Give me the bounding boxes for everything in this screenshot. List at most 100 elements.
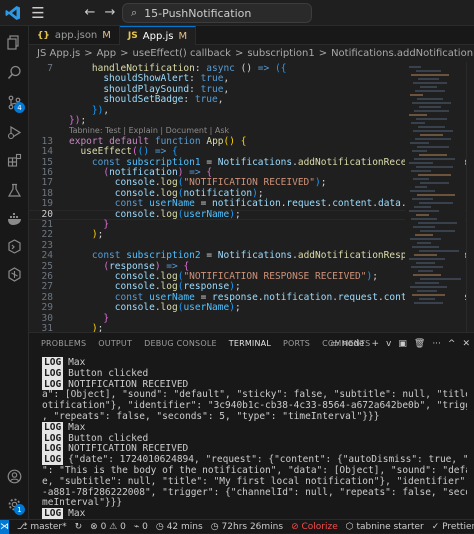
breadcrumb-subscription1[interactable]: subscription1	[247, 48, 314, 59]
back-arrow-icon[interactable]: ←	[80, 5, 100, 20]
breadcrumb-file[interactable]: JS App.js	[37, 48, 80, 59]
tab-debug-console[interactable]: DEBUG CONSOLE	[144, 333, 217, 355]
prettier-status[interactable]: ✓ Prettier	[432, 522, 474, 532]
tabnine-label: tabnine starter	[356, 521, 424, 532]
minimap-line	[417, 194, 455, 196]
code-text: handleNotification: async () => ({	[91, 63, 287, 74]
minimap-line	[413, 82, 447, 84]
sync-icon[interactable]: ↻	[75, 522, 83, 532]
minimap-line	[412, 150, 427, 152]
more-actions-icon[interactable]: ···	[432, 339, 441, 349]
editor-tabs: {} app.json M JS App.js M	[29, 26, 474, 45]
git-branch[interactable]: master*	[30, 522, 66, 532]
testing-icon[interactable]	[0, 176, 29, 204]
breadcrumb-useeffect[interactable]: useEffect() callback	[133, 48, 231, 59]
maximize-panel-icon[interactable]: ^	[448, 339, 456, 349]
tab-app-json[interactable]: {} app.json M	[29, 26, 120, 45]
minimap-line	[413, 130, 453, 132]
minimap-line	[420, 230, 455, 232]
minimap-line	[413, 274, 441, 276]
colorize-status[interactable]: ⊘ Colorize	[291, 522, 338, 532]
code-text: );	[91, 323, 104, 332]
command-center-search[interactable]: ⌕ 15-PushNotification	[122, 3, 312, 23]
tabnine-status[interactable]: ⬡ tabnine starter	[346, 522, 424, 532]
minimap-line	[420, 182, 449, 184]
minimap-line	[415, 186, 427, 188]
code-text: }	[103, 312, 110, 324]
problems-count[interactable]: ⊗ 0 ⚠ 0	[90, 522, 126, 532]
remote-explorer-icon[interactable]	[0, 232, 29, 260]
code-text: (response) => {	[103, 260, 190, 272]
log-badge: LOG	[42, 454, 64, 466]
line-number: 7	[47, 63, 53, 74]
kill-terminal-icon[interactable]: 🗑	[414, 339, 425, 349]
settings-gear-icon[interactable]: 1	[0, 490, 29, 518]
total-time[interactable]: 72hrs 26mins	[222, 522, 284, 532]
minimap-line	[420, 134, 443, 136]
extensions-icon[interactable]	[0, 146, 29, 174]
tab-output[interactable]: OUTPUT	[98, 333, 132, 355]
breadcrumb-separator: >	[234, 48, 244, 59]
minimap[interactable]	[405, 62, 465, 332]
code-text: }	[103, 219, 110, 230]
account-icon[interactable]	[0, 462, 29, 490]
minimap-line	[415, 234, 433, 236]
minimap-line	[419, 202, 453, 204]
terminal-line: LOG Button clicked	[42, 367, 467, 379]
minimap-line	[416, 262, 435, 264]
minimap-line	[410, 94, 423, 96]
minimap-line	[418, 222, 457, 224]
breadcrumb-listener[interactable]: Notifications.addNotificationReceivedLis…	[331, 48, 474, 59]
minimap-line	[409, 66, 421, 68]
docker-icon[interactable]	[0, 204, 29, 232]
code-text: console.log(userName);	[114, 208, 241, 220]
minimap-line	[409, 114, 427, 116]
breadcrumb-app[interactable]: App	[97, 48, 117, 59]
split-terminal-icon[interactable]: ▣	[398, 339, 407, 349]
remote-indicator-icon[interactable]: ⋊	[0, 519, 9, 534]
log-badge: LOG	[42, 508, 64, 519]
close-panel-icon[interactable]: ✕	[462, 339, 470, 349]
minimap-line	[411, 74, 449, 76]
terminal-icon: ▭	[330, 339, 340, 349]
code-text: console.log(userName);	[114, 302, 241, 314]
code-text: shouldShowAlert: true,	[103, 73, 230, 85]
minimap-line	[414, 206, 431, 208]
tab-problems[interactable]: PROBLEMS	[41, 333, 86, 355]
ports-count[interactable]: ⌁ 0	[134, 522, 148, 532]
minimap-line	[416, 214, 429, 216]
modified-indicator: M	[102, 30, 111, 41]
editor-scrollbar[interactable]	[466, 62, 474, 332]
tab-ports[interactable]: PORTS	[283, 333, 310, 355]
minimap-line	[415, 138, 451, 140]
terminal-line: -a881-78f286222008", "trigger": {"channe…	[42, 487, 467, 498]
explorer-icon[interactable]	[0, 28, 29, 56]
hamburger-menu-icon[interactable]: ☰	[26, 0, 50, 26]
minimap-line	[411, 170, 431, 172]
tab-app-js[interactable]: JS App.js M	[119, 26, 197, 45]
terminal-text: Button clicked	[68, 432, 149, 444]
run-debug-icon[interactable]	[0, 118, 29, 146]
new-terminal-icon[interactable]: +	[371, 339, 379, 349]
terminal-line: otification"}, "identifier": "3c940b1c-c…	[42, 400, 467, 411]
terminal-text: , "repeats": false, "seconds": 5, "type"…	[42, 411, 380, 422]
search-label: 15-PushNotification	[144, 6, 252, 20]
terminal-shell-name[interactable]: node	[342, 339, 364, 349]
session-time[interactable]: 42 mins	[167, 522, 203, 532]
minimap-line	[416, 70, 441, 72]
source-control-icon[interactable]: 4	[0, 88, 29, 116]
terminal-text: -a881-78f286222008", "trigger": {"channe…	[42, 486, 467, 498]
tabnine-icon[interactable]	[0, 260, 29, 288]
terminal-text: Button clicked	[68, 367, 149, 379]
minimap-line	[418, 126, 445, 128]
terminal-output[interactable]: LOG Max LOG Button clicked LOG NOTIFICATION R…	[29, 354, 474, 519]
minimap-line	[419, 298, 435, 300]
tab-terminal[interactable]: TERMINAL	[228, 333, 272, 355]
terminal-dropdown-icon[interactable]: v	[386, 339, 391, 349]
forward-arrow-icon[interactable]: →	[100, 5, 120, 20]
minimap-line	[411, 266, 443, 268]
search-icon[interactable]	[0, 58, 29, 86]
code-text: );	[91, 229, 104, 241]
log-badge: LOG	[42, 443, 64, 455]
code-text: console.log(response);	[114, 281, 241, 293]
